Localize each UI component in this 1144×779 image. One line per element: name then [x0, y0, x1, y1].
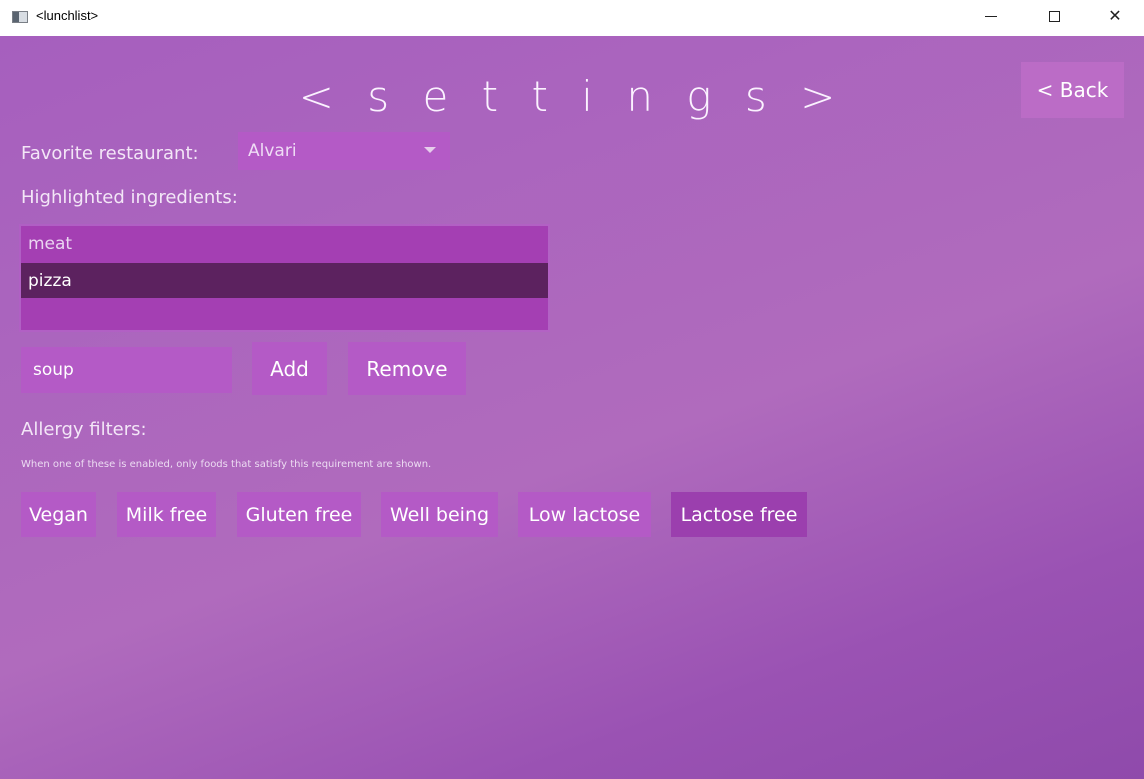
- remove-button[interactable]: Remove: [348, 342, 466, 395]
- maximize-icon: [1048, 10, 1060, 22]
- maximize-button[interactable]: [1031, 0, 1077, 32]
- ingredient-input[interactable]: [21, 347, 232, 393]
- add-button[interactable]: Add: [252, 342, 327, 395]
- back-button[interactable]: < Back: [1021, 62, 1124, 118]
- filter-milk-free[interactable]: Milk free: [117, 492, 216, 537]
- close-icon: ✕: [1108, 6, 1122, 25]
- list-item-selected[interactable]: pizza: [21, 263, 548, 298]
- favorite-restaurant-select[interactable]: Alvari: [238, 132, 450, 170]
- filter-low-lactose[interactable]: Low lactose: [518, 492, 651, 537]
- filter-well-being[interactable]: Well being: [381, 492, 498, 537]
- title-bar[interactable]: <lunchlist> ✕: [0, 0, 1144, 36]
- highlighted-ingredients-label: Highlighted ingredients:: [21, 187, 238, 208]
- favorite-restaurant-label: Favorite restaurant:: [21, 143, 199, 164]
- allergy-filters-note: When one of these is enabled, only foods…: [21, 459, 432, 470]
- minimize-icon: [985, 15, 997, 17]
- ingredients-list[interactable]: meat pizza: [21, 226, 548, 330]
- chevron-down-icon: [424, 147, 436, 153]
- filter-gluten-free[interactable]: Gluten free: [237, 492, 361, 537]
- filter-lactose-free[interactable]: Lactose free: [671, 492, 807, 537]
- app-window: <lunchlist> ✕ < s e t t i n g s > < Back…: [0, 0, 1144, 779]
- window-title: <lunchlist>: [36, 8, 99, 23]
- favorite-restaurant-value: Alvari: [248, 141, 297, 161]
- minimize-button[interactable]: [968, 0, 1014, 32]
- settings-page: < s e t t i n g s > < Back Favorite rest…: [0, 36, 1144, 779]
- list-item[interactable]: meat: [21, 226, 548, 261]
- filter-vegan[interactable]: Vegan: [21, 492, 96, 537]
- app-icon: [12, 11, 28, 23]
- close-button[interactable]: ✕: [1092, 0, 1138, 32]
- allergy-filters-label: Allergy filters:: [21, 419, 147, 440]
- page-title: < s e t t i n g s >: [298, 72, 846, 121]
